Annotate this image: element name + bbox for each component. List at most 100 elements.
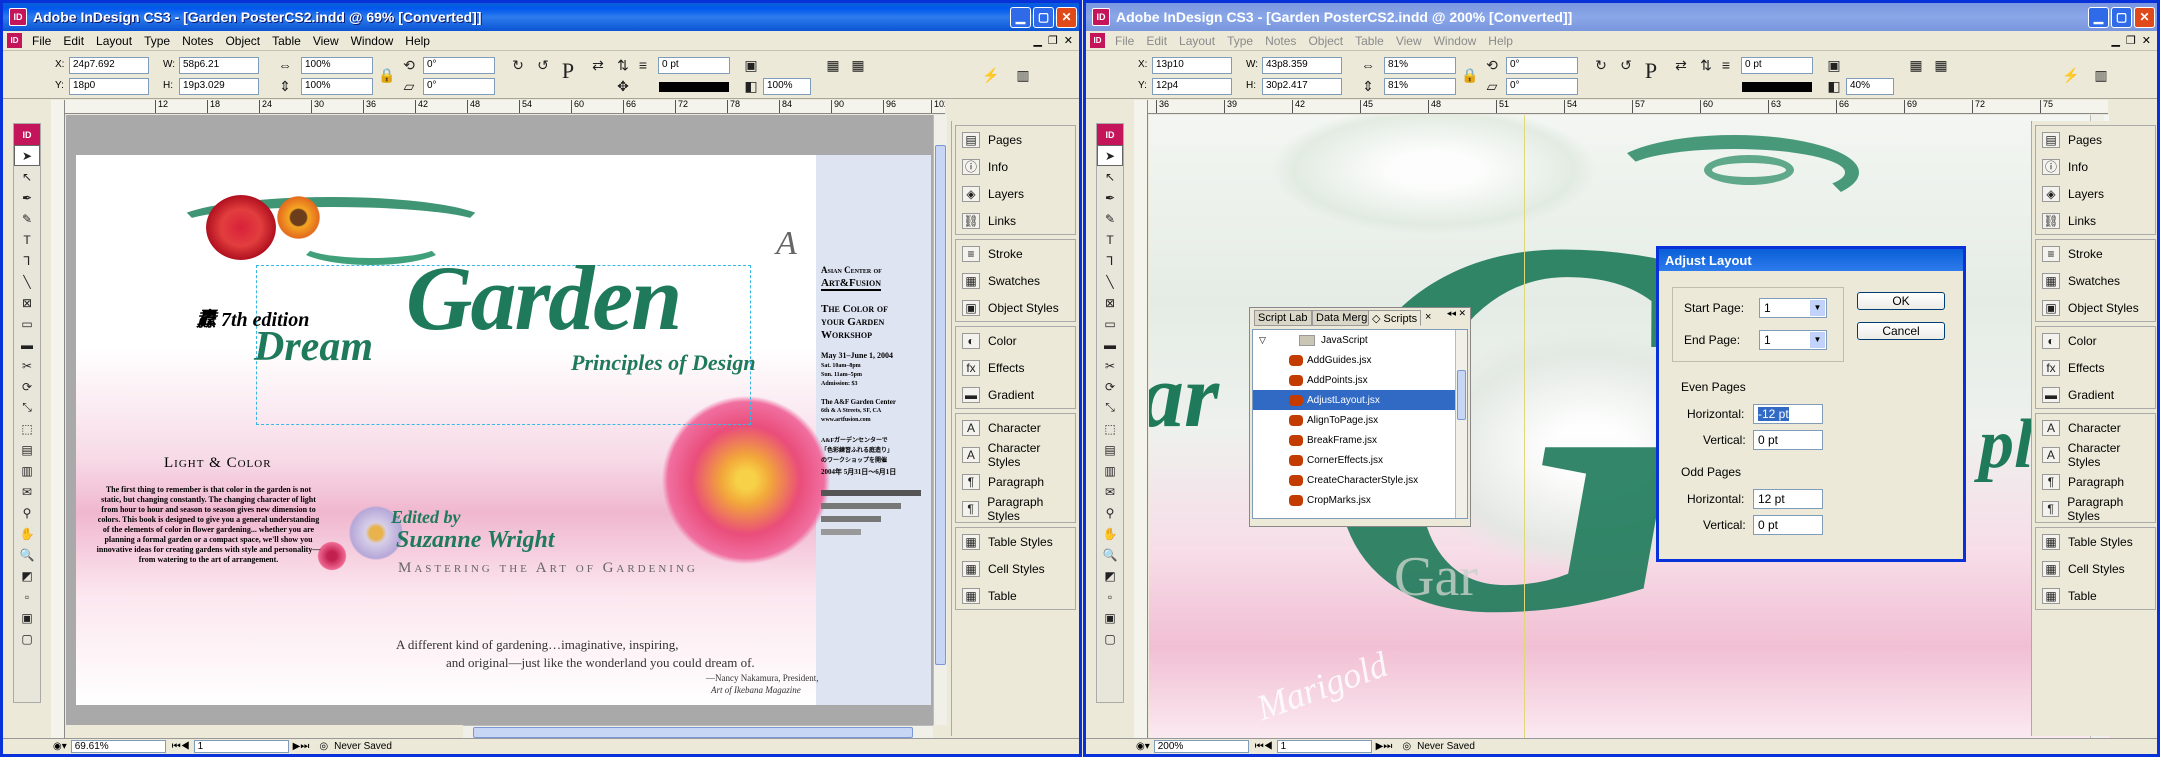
menu-notes[interactable]: Notes [176, 34, 219, 48]
scale-tool-icon[interactable]: ⤡ [14, 397, 40, 418]
panel-table-styles[interactable]: ▦ Table Styles [2036, 528, 2155, 555]
panel-gradient[interactable]: ▬ Gradient [2036, 381, 2155, 408]
start-page-dropdown[interactable]: 1 ▼ [1759, 298, 1827, 318]
height-field[interactable]: 30p2.417 [1262, 78, 1342, 95]
line-tool-icon[interactable]: ╲ [1097, 271, 1123, 292]
workspace-icon[interactable]: ▥ [1013, 66, 1033, 84]
tab-script-label[interactable]: Script Lab [1254, 310, 1312, 326]
chevron-down-icon[interactable]: ▼ [1810, 300, 1825, 316]
panel-layers[interactable]: ◈ Layers [2036, 180, 2155, 207]
chevron-down-icon[interactable]: ▼ [1810, 332, 1825, 348]
width-field[interactable]: 43p8.359 [1262, 57, 1342, 74]
constrain-icon[interactable]: 🔒 [377, 66, 397, 84]
panel-character[interactable]: A Character [2036, 414, 2155, 441]
flip-h-icon[interactable]: ⇄ [588, 56, 608, 74]
doc-close-icon[interactable]: ✕ [2142, 34, 2151, 47]
width-field[interactable]: 58p6.21 [179, 57, 259, 74]
menu-table[interactable]: Table [1349, 34, 1390, 48]
maximize-button[interactable]: ▢ [1033, 6, 1054, 28]
rotate-ccw-icon[interactable]: ↺ [1616, 56, 1636, 74]
flip-h-icon[interactable]: ⇄ [1671, 56, 1691, 74]
indesign-app-icon[interactable]: ID [1092, 8, 1110, 26]
close-button[interactable]: ✕ [2134, 6, 2155, 28]
panel-pages[interactable]: ▤ Pages [956, 126, 1075, 153]
shear-field[interactable]: 0° [1506, 78, 1578, 95]
button-tool-icon[interactable]: ▬ [14, 334, 40, 355]
panel-gradient[interactable]: ▬ Gradient [956, 381, 1075, 408]
pencil-tool-icon[interactable]: ✎ [1097, 208, 1123, 229]
opacity-field[interactable]: 100% [763, 78, 811, 95]
menu-view[interactable]: View [1390, 34, 1428, 48]
frame-tool-icon[interactable]: ⊠ [14, 292, 40, 313]
panel-collapse-icon[interactable]: ◂◂ ✕ [1447, 308, 1466, 319]
script-item[interactable]: AddGuides.jsx [1253, 350, 1467, 370]
panel-character-styles[interactable]: A Character Styles [2036, 441, 2155, 469]
panel-stroke[interactable]: ≡ Stroke [2036, 240, 2155, 267]
doc-restore-icon[interactable]: ❐ [1048, 34, 1058, 47]
zoom-tool-icon[interactable]: 🔍 [14, 544, 40, 565]
quick-apply-icon[interactable]: ⚡ [981, 66, 1001, 84]
vertical-scrollbar[interactable] [933, 115, 947, 725]
gradient-tool-icon[interactable]: ▤ [14, 439, 40, 460]
pasteboard[interactable]: 纛 7th edition Dream Garden Principles of… [66, 115, 946, 725]
next-page-icon[interactable]: ▶⏭ [293, 741, 310, 752]
rotate-tool-icon[interactable]: ⟳ [14, 376, 40, 397]
odd-horizontal-field[interactable]: 12 pt [1753, 489, 1823, 509]
opacity-field[interactable]: 40% [1846, 78, 1894, 95]
panel-table[interactable]: ▦ Table [2036, 582, 2155, 609]
gradient-feather-tool-icon[interactable]: ▥ [14, 460, 40, 481]
doc-minimize-icon[interactable]: ▁ [1033, 34, 1041, 47]
menu-table[interactable]: Table [266, 34, 307, 48]
panel-effects[interactable]: fx Effects [956, 354, 1075, 381]
text-frame-icon[interactable]: P [558, 58, 578, 83]
menu-window[interactable]: Window [345, 34, 400, 48]
gradient-tool-icon[interactable]: ▤ [1097, 439, 1123, 460]
scale-x-field[interactable]: 81% [1384, 57, 1456, 74]
tab-close-icon[interactable]: × [1422, 310, 1434, 326]
type-tool-icon[interactable]: T [14, 229, 40, 250]
menu-type[interactable]: Type [1221, 34, 1259, 48]
folder-row[interactable]: ▽ JavaScript [1253, 330, 1467, 350]
menu-edit[interactable]: Edit [57, 34, 90, 48]
dialog-title[interactable]: Adjust Layout [1659, 249, 1963, 271]
script-item-selected[interactable]: AdjustLayout.jsx [1253, 390, 1467, 410]
panel-character[interactable]: A Character [956, 414, 1075, 441]
fill-stroke-icon[interactable]: ◩ [1097, 565, 1123, 586]
stroke-weight-field[interactable]: 0 pt [658, 57, 730, 74]
menu-object[interactable]: Object [1302, 34, 1349, 48]
even-horizontal-field[interactable]: -12 pt [1753, 404, 1823, 424]
first-page-icon[interactable]: ⏮◀ [172, 741, 190, 752]
page-field[interactable]: 1 [193, 740, 289, 753]
script-item[interactable]: AlignToPage.jsx [1253, 410, 1467, 430]
text-frame-icon[interactable]: P [1641, 58, 1661, 83]
scissors-tool-icon[interactable]: ✂ [14, 355, 40, 376]
direct-selection-tool-icon[interactable]: ↖ [1097, 166, 1123, 187]
scale-y-field[interactable]: 100% [301, 78, 373, 95]
panel-effects[interactable]: fx Effects [2036, 354, 2155, 381]
expand-triangle-icon[interactable]: ▽ [1259, 335, 1266, 346]
script-item[interactable]: CornerEffects.jsx [1253, 450, 1467, 470]
menu-help[interactable]: Help [1482, 34, 1519, 48]
script-item[interactable]: CreateCharacterStyle.jsx [1253, 470, 1467, 490]
rotate-cw-icon[interactable]: ↻ [1591, 56, 1611, 74]
pencil-tool-icon[interactable]: ✎ [14, 208, 40, 229]
minimize-button[interactable]: ▁ [2088, 6, 2109, 28]
panel-stroke[interactable]: ≡ Stroke [956, 240, 1075, 267]
hand-tool-icon[interactable]: ✋ [1097, 523, 1123, 544]
maximize-button[interactable]: ▢ [2111, 6, 2132, 28]
menu-help[interactable]: Help [399, 34, 436, 48]
panel-character-styles[interactable]: A Character Styles [956, 441, 1075, 469]
menu-window[interactable]: Window [1428, 34, 1483, 48]
poster-page[interactable]: 纛 7th edition Dream Garden Principles of… [76, 155, 931, 705]
end-page-dropdown[interactable]: 1 ▼ [1759, 330, 1827, 350]
panel-color[interactable]: ◐ Color [2036, 327, 2155, 354]
view-mode-icon[interactable]: ▣ [14, 607, 40, 628]
menu-edit[interactable]: Edit [1140, 34, 1173, 48]
panel-color[interactable]: ◐ Color [956, 327, 1075, 354]
eyedropper-tool-icon[interactable]: ⚲ [1097, 502, 1123, 523]
panel-links[interactable]: ⛓ Links [2036, 207, 2155, 234]
title-bar[interactable]: ID Adobe InDesign CS3 - [Garden PosterCS… [1086, 3, 2157, 31]
view-mode-icon[interactable]: ▣ [1097, 607, 1123, 628]
panel-object-styles[interactable]: ▣ Object Styles [956, 294, 1075, 321]
menu-type[interactable]: Type [138, 34, 176, 48]
